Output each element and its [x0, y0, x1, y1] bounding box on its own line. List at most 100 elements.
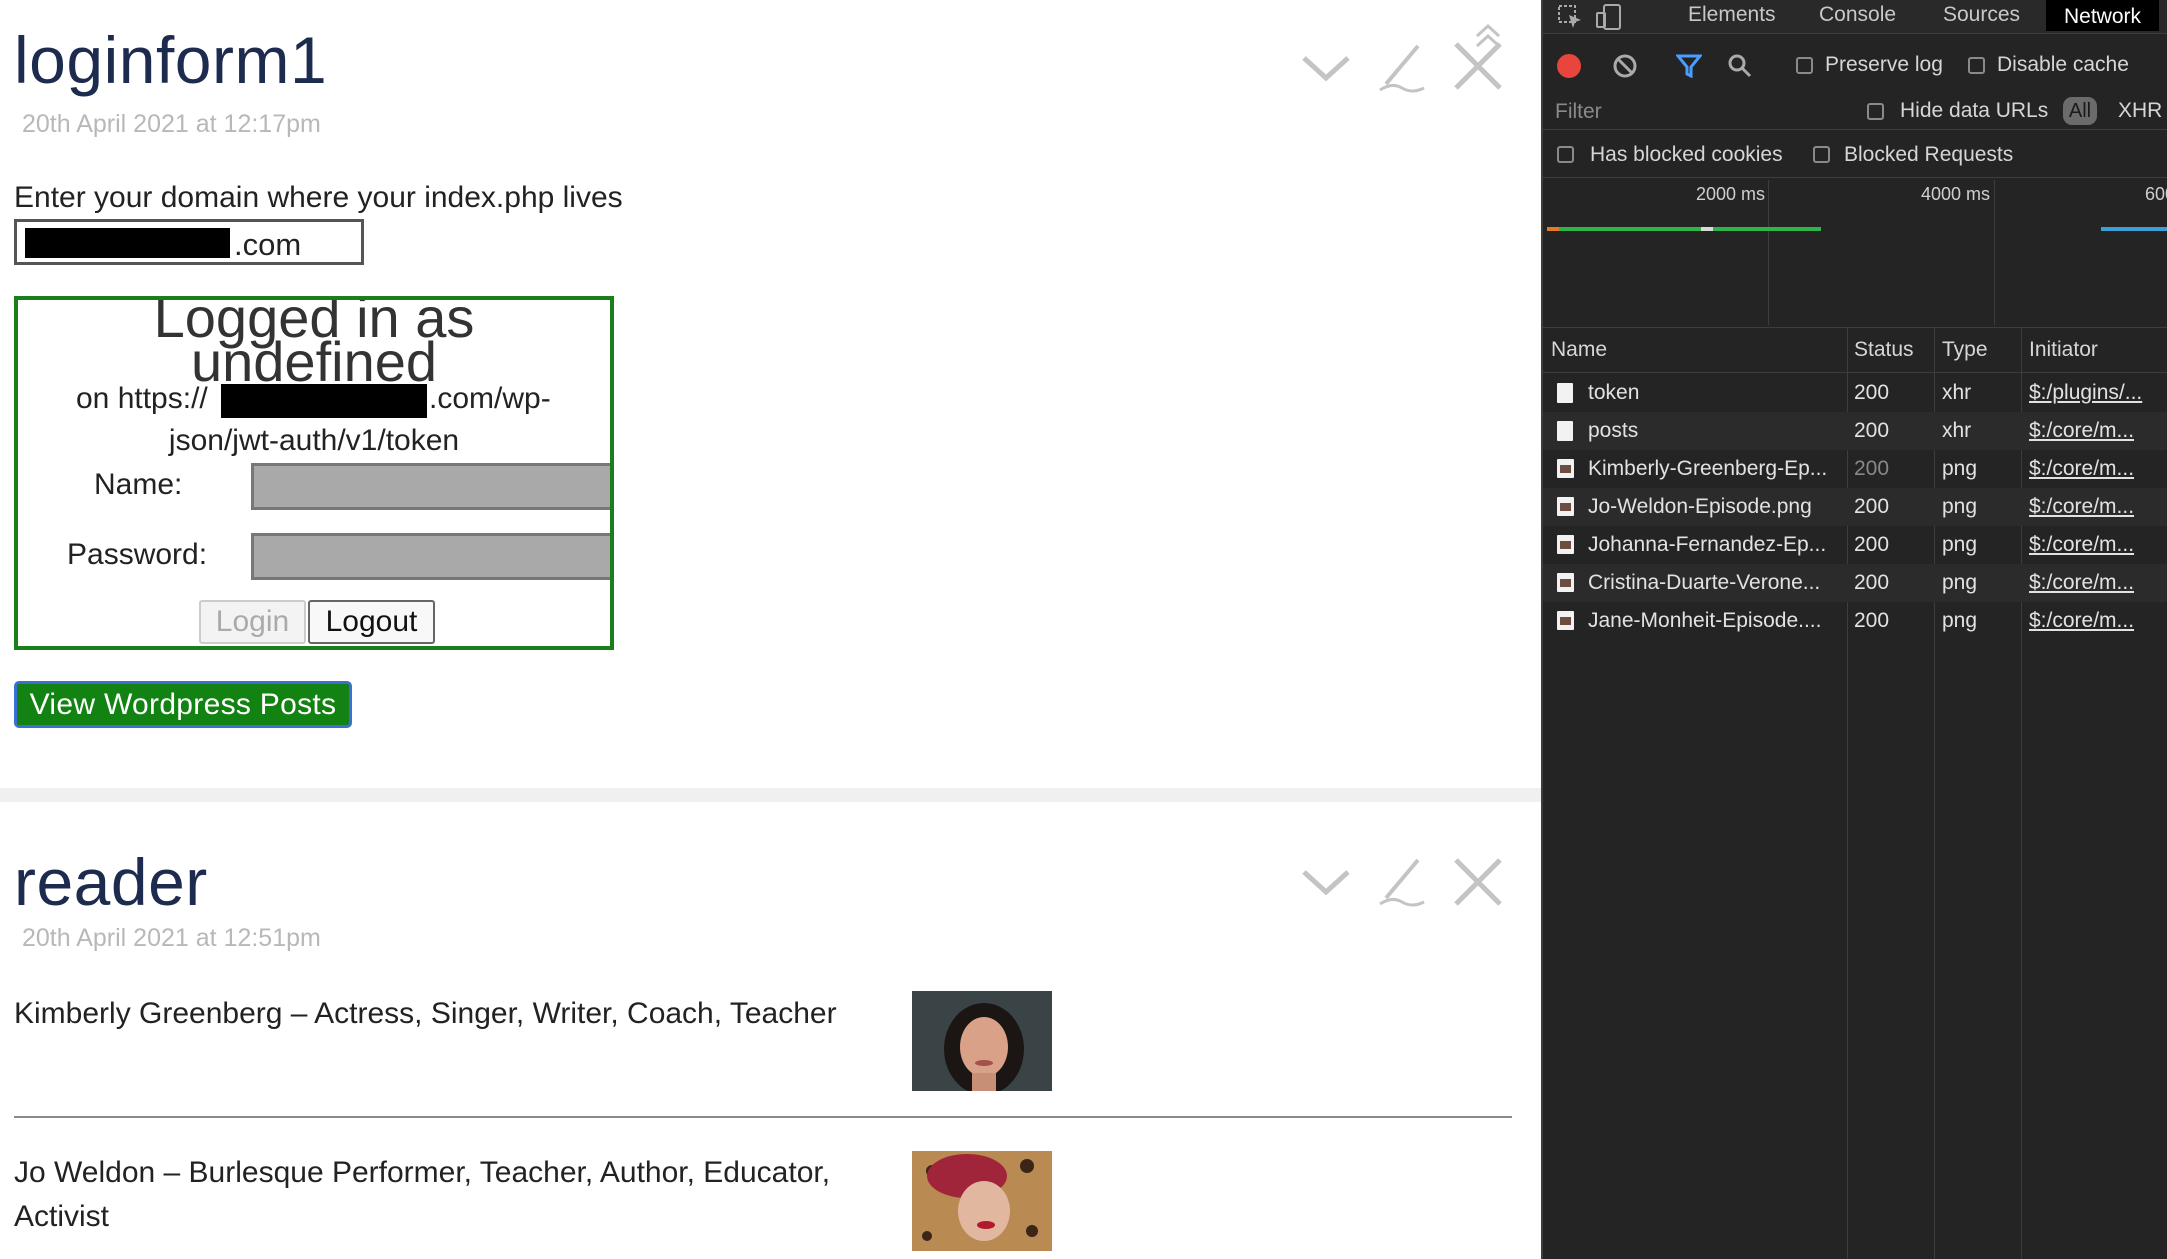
- request-name: Johanna-Fernandez-Ep...: [1588, 533, 1827, 556]
- endpoint-suffix: .com/wp-: [429, 382, 551, 415]
- post-title[interactable]: Kimberly Greenberg – Actress, Singer, Wr…: [14, 992, 874, 1036]
- post-thumbnail[interactable]: [912, 1151, 1052, 1251]
- devtools-panel: Elements Console Sources Network Preserv…: [1541, 0, 2167, 1259]
- login-button[interactable]: Login: [199, 600, 306, 644]
- domain-suffix: .com: [234, 227, 302, 262]
- request-row[interactable]: Kimberly-Greenberg-Ep... 200 png $:/core…: [1543, 450, 2167, 488]
- request-initiator[interactable]: $:/plugins/...: [2029, 381, 2165, 405]
- chevron-down-icon[interactable]: [1296, 852, 1356, 912]
- request-initiator[interactable]: $:/core/m...: [2029, 609, 2165, 633]
- column-type[interactable]: Type: [1942, 338, 1988, 362]
- image-icon: [1557, 611, 1574, 630]
- request-row[interactable]: Jo-Weldon-Episode.png 200 png $:/core/m.…: [1543, 488, 2167, 526]
- request-initiator[interactable]: $:/core/m...: [2029, 457, 2165, 481]
- blocked-filter-row: Has blocked cookies Blocked Requests: [1543, 132, 2167, 178]
- post-thumbnail[interactable]: [912, 991, 1052, 1091]
- image-icon: [1557, 459, 1574, 478]
- column-status[interactable]: Status: [1854, 338, 1914, 362]
- column-initiator[interactable]: Initiator: [2029, 338, 2098, 362]
- preserve-log-checkbox[interactable]: [1796, 57, 1813, 74]
- request-name: Jo-Weldon-Episode.png: [1588, 495, 1812, 518]
- tiddler-date: 20th April 2021 at 12:51pm: [22, 924, 321, 952]
- close-icon[interactable]: [1448, 852, 1508, 912]
- timeline-bar: [1713, 227, 1821, 231]
- record-icon[interactable]: [1557, 54, 1581, 78]
- has-blocked-cookies-checkbox[interactable]: [1557, 146, 1574, 163]
- request-row[interactable]: posts 200 xhr $:/core/m...: [1543, 412, 2167, 450]
- request-name: posts: [1588, 419, 1639, 442]
- request-status: 200: [1854, 419, 1890, 442]
- endpoint-prefix: on https://: [76, 382, 208, 415]
- request-status: 200: [1854, 381, 1890, 404]
- tiddler-title: loginform1: [14, 23, 328, 97]
- device-toolbar-icon[interactable]: [1595, 3, 1623, 36]
- filter-all-pill[interactable]: All: [2063, 97, 2097, 125]
- timeline-gridline: [1994, 180, 1995, 325]
- chevron-down-icon[interactable]: [1296, 38, 1356, 98]
- timeline-bar: [2101, 227, 2167, 231]
- disable-cache-checkbox[interactable]: [1968, 57, 1985, 74]
- password-label: Password:: [67, 538, 208, 571]
- filter-input[interactable]: Filter: [1555, 100, 1602, 124]
- image-icon: [1557, 573, 1574, 592]
- post-divider: [14, 1116, 1512, 1118]
- request-initiator[interactable]: $:/core/m...: [2029, 533, 2165, 557]
- request-status: 200: [1854, 533, 1890, 556]
- name-label: Name:: [94, 468, 183, 501]
- tab-elements[interactable]: Elements: [1688, 3, 1776, 27]
- request-type: png: [1942, 609, 1978, 632]
- request-type: png: [1942, 533, 1978, 556]
- image-icon: [1557, 535, 1574, 554]
- request-status: 200: [1854, 457, 1890, 480]
- logout-button[interactable]: Logout: [308, 600, 435, 644]
- request-type: png: [1942, 457, 1978, 480]
- request-initiator[interactable]: $:/core/m...: [2029, 419, 2165, 443]
- request-initiator[interactable]: $:/core/m...: [2029, 571, 2165, 595]
- blocked-requests-label: Blocked Requests: [1844, 143, 2014, 166]
- tab-console[interactable]: Console: [1819, 3, 1896, 27]
- document-icon: [1557, 383, 1573, 403]
- preserve-log-label: Preserve log: [1825, 53, 1943, 76]
- post-title[interactable]: Jo Weldon – Burlesque Performer, Teacher…: [14, 1151, 874, 1239]
- chevron-up-icon[interactable]: [1473, 20, 1503, 50]
- request-type: xhr: [1942, 419, 1972, 442]
- request-row[interactable]: Johanna-Fernandez-Ep... 200 png $:/core/…: [1543, 526, 2167, 564]
- timeline-overview[interactable]: 2000 ms 4000 ms 600: [1543, 178, 2167, 326]
- edit-pencil-icon[interactable]: [1372, 38, 1432, 98]
- request-type: png: [1942, 495, 1978, 518]
- filter-xhr[interactable]: XHR: [2118, 99, 2162, 123]
- request-row[interactable]: token 200 xhr $:/plugins/...: [1543, 374, 2167, 412]
- hide-data-urls-checkbox[interactable]: [1867, 103, 1884, 120]
- name-field[interactable]: [251, 463, 610, 510]
- request-status: 200: [1854, 495, 1890, 518]
- tab-network[interactable]: Network: [2046, 0, 2160, 31]
- view-posts-button[interactable]: View Wordpress Posts: [14, 681, 352, 728]
- inspect-element-icon[interactable]: [1557, 4, 1583, 35]
- domain-input[interactable]: .com: [14, 219, 364, 265]
- request-row[interactable]: Cristina-Duarte-Verone... 200 png $:/cor…: [1543, 564, 2167, 602]
- request-name: Cristina-Duarte-Verone...: [1588, 571, 1821, 594]
- request-initiator[interactable]: $:/core/m...: [2029, 495, 2165, 519]
- timeline-gridline: [1768, 180, 1769, 325]
- request-name: Jane-Monheit-Episode....: [1588, 609, 1822, 632]
- column-name[interactable]: Name: [1551, 338, 1607, 362]
- app-pane: loginform1 20th April 2021 at 12:17pm En…: [0, 0, 1541, 1259]
- blocked-requests-checkbox[interactable]: [1813, 146, 1830, 163]
- request-type: xhr: [1942, 381, 1972, 404]
- filter-row: Filter Hide data URLs All XHR: [1543, 84, 2167, 132]
- filter-icon[interactable]: [1674, 54, 1704, 83]
- password-field[interactable]: [251, 533, 610, 580]
- devtools-tabbar: Elements Console Sources Network: [1543, 0, 2167, 34]
- edit-pencil-icon[interactable]: [1372, 852, 1432, 912]
- document-icon: [1557, 421, 1573, 441]
- clear-icon[interactable]: [1612, 53, 1638, 84]
- login-panel: Logged in as undefined on https:// .com/…: [14, 296, 614, 650]
- tab-sources[interactable]: Sources: [1943, 3, 2020, 27]
- request-name: Kimberly-Greenberg-Ep...: [1588, 457, 1828, 480]
- request-row[interactable]: Jane-Monheit-Episode.... 200 png $:/core…: [1543, 602, 2167, 640]
- timeline-label: 2000 ms: [1696, 184, 1766, 204]
- tiddler-date: 20th April 2021 at 12:17pm: [22, 110, 321, 138]
- tiddler-reader: reader 20th April 2021 at 12:51pm Kimber…: [0, 802, 1541, 1259]
- tiddler-title: reader: [14, 845, 208, 919]
- search-icon[interactable]: [1727, 53, 1753, 84]
